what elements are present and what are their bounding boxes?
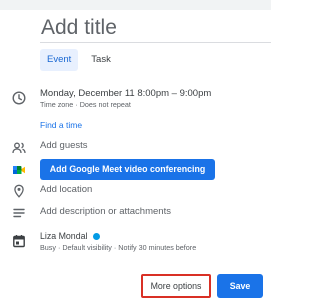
- find-a-time-link[interactable]: Find a time: [40, 120, 82, 130]
- description-lines-icon: [12, 206, 26, 220]
- people-icon: [12, 141, 26, 155]
- date-time-range[interactable]: Monday, December 11 8:00pm – 9:00pm: [40, 88, 211, 99]
- tab-task[interactable]: Task: [84, 49, 118, 71]
- add-google-meet-button[interactable]: Add Google Meet video conferencing: [40, 159, 215, 180]
- calendar-owner[interactable]: Liza Mondal: [40, 231, 101, 241]
- title-input[interactable]: Add title: [40, 15, 271, 43]
- add-guests-input[interactable]: Add guests: [40, 140, 88, 151]
- google-meet-icon: [12, 163, 26, 177]
- add-location-input[interactable]: Add location: [40, 184, 92, 195]
- repeat-label[interactable]: Does not repeat: [80, 100, 131, 109]
- save-button[interactable]: Save: [217, 274, 263, 298]
- timezone-repeat-info[interactable]: Time zone · Does not repeat: [40, 100, 131, 109]
- clock-icon: [12, 91, 26, 105]
- timezone-label[interactable]: Time zone: [40, 100, 73, 109]
- tab-event[interactable]: Event: [40, 49, 79, 71]
- add-description-input[interactable]: Add description or attachments: [40, 206, 171, 217]
- calendar-icon: [12, 234, 26, 248]
- owner-name: Liza Mondal: [40, 231, 88, 241]
- calendar-color-dot[interactable]: [93, 232, 101, 240]
- calendar-details[interactable]: Busy · Default visibility · Notify 30 mi…: [40, 243, 196, 252]
- event-type-tabs: Event Task: [40, 49, 118, 71]
- top-bar: [0, 0, 271, 10]
- location-pin-icon: [12, 184, 26, 198]
- more-options-button[interactable]: More options: [141, 274, 211, 298]
